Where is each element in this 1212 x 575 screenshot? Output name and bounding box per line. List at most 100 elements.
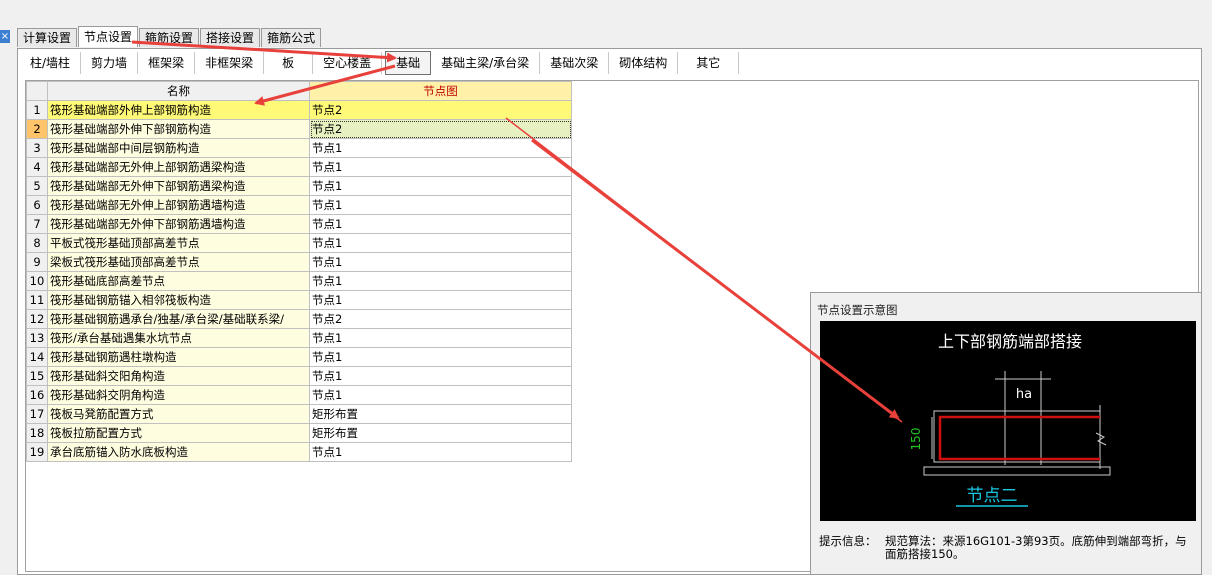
table-row[interactable]: 6 筏形基础端部无外伸上部钢筋遇墙构造 节点1 [26,195,572,215]
dim-label-150: 150 [909,428,923,451]
row-node-value-cell[interactable]: 节点1 [309,252,572,272]
table-row[interactable]: 18 筏板拉筋配置方式 矩形布置 [26,423,572,443]
row-node-value-cell[interactable]: 节点1 [309,271,572,291]
row-name-cell: 筏形基础端部无外伸下部钢筋遇墙构造 [47,214,310,234]
tab-stirrup-formula[interactable]: 箍筋公式 [261,28,322,47]
row-node-value-cell[interactable]: 节点1 [309,366,572,386]
subtab-foundation-main-beam[interactable]: 基础主梁/承台梁 [431,52,541,74]
row-node-value-cell[interactable]: 节点2 [309,119,572,139]
row-node-value-cell[interactable]: 节点1 [309,138,572,158]
row-number: 13 [26,328,48,348]
row-name-cell: 筏形/承台基础遇集水坑节点 [47,328,310,348]
subtab-hollow-floor[interactable]: 空心楼盖 [313,52,383,74]
node-two-label[interactable]: 节点二 [967,486,1018,506]
rebar-loop [938,415,1100,461]
table-row[interactable]: 9 梁板式筏形基础顶部高差节点 节点1 [26,252,572,272]
row-number: 3 [26,138,48,158]
header-name[interactable]: 名称 [47,81,310,101]
table-row[interactable]: 15 筏形基础斜交阳角构造 节点1 [26,366,572,386]
foundation-outline [933,410,1101,463]
table-row[interactable]: 1 筏形基础端部外伸上部钢筋构造 节点2 [26,100,572,120]
row-node-value-cell[interactable]: 节点1 [309,347,572,367]
row-name-cell: 筏形基础斜交阳角构造 [47,366,310,386]
break-symbol [1095,432,1107,446]
subtab-shear-wall[interactable]: 剪力墙 [81,52,139,74]
header-node-diagram[interactable]: 节点图 [309,81,572,101]
table-row[interactable]: 8 平板式筏形基础顶部高差节点 节点1 [26,233,572,253]
row-node-value-cell[interactable]: 节点1 [309,195,572,215]
row-name-cell: 筏形基础端部外伸下部钢筋构造 [47,119,310,139]
dim-label-ha: ha [1016,387,1032,402]
settings-tabs: 计算设置 节点设置 箍筋设置 搭接设置 箍筋公式 [17,26,322,48]
row-node-value-cell[interactable]: 节点1 [309,290,572,310]
tab-stirrup-settings[interactable]: 箍筋设置 [139,28,200,47]
row-number: 6 [26,195,48,215]
diagram-heading: 上下部钢筋端部搭接 [938,332,1082,351]
table-row[interactable]: 11 筏形基础钢筋锚入相邻筏板构造 节点1 [26,290,572,310]
row-number: 17 [26,404,48,424]
table-row[interactable]: 3 筏形基础端部中间层钢筋构造 节点1 [26,138,572,158]
row-number: 16 [26,385,48,405]
row-number: 11 [26,290,48,310]
row-number: 2 [26,119,48,139]
subtab-column[interactable]: 柱/墙柱 [20,52,82,74]
row-node-value-cell[interactable]: 节点1 [309,442,572,462]
row-node-value-cell[interactable]: 节点1 [309,157,572,177]
table-row[interactable]: 4 筏形基础端部无外伸上部钢筋遇梁构造 节点1 [26,157,572,177]
row-number: 4 [26,157,48,177]
row-node-value-cell[interactable]: 节点1 [309,214,572,234]
table-header-row: 名称 节点图 [26,81,572,101]
table-body: 1 筏形基础端部外伸上部钢筋构造 节点2 2 筏形基础端部外伸下部钢筋构造 节点2 3 筏形基… [26,100,572,462]
component-subtabs: 柱/墙柱 剪力墙 框架梁 非框架梁 板 空心楼盖 基础 基础主梁/承台梁 基础次… [18,49,1201,77]
subtab-masonry[interactable]: 砌体结构 [609,52,679,74]
row-node-value-cell[interactable]: 节点1 [309,176,572,196]
row-number: 15 [26,366,48,386]
subtab-foundation-secondary-beam[interactable]: 基础次梁 [540,52,610,74]
hint-text: 规范算法：来源16G101-3第93页。底筋伸到端部弯折，与面筋搭接150。 [885,534,1187,561]
row-node-value-cell[interactable]: 节点2 [309,309,572,329]
row-node-value-cell[interactable]: 节点1 [309,385,572,405]
row-name-cell: 承台底筋锚入防水底板构造 [47,442,310,462]
row-name-cell: 筏板马凳筋配置方式 [47,404,310,424]
tab-node-settings[interactable]: 节点设置 [78,26,139,47]
subtab-frame-beam[interactable]: 框架梁 [138,52,196,74]
subtab-non-frame-beam[interactable]: 非框架梁 [195,52,265,74]
base-slab [923,466,1111,476]
row-node-value-cell[interactable]: 矩形布置 [309,404,572,424]
row-name-cell: 平板式筏形基础顶部高差节点 [47,233,310,253]
table-row[interactable]: 19 承台底筋锚入防水底板构造 节点1 [26,442,572,462]
table-row[interactable]: 10 筏形基础底部高差节点 节点1 [26,271,572,291]
subtab-foundation[interactable]: 基础 [385,51,432,75]
subtab-slab[interactable]: 板 [264,52,314,74]
diagram-panel-title: 节点设置示意图 [817,303,898,317]
row-name-cell: 筏形基础底部高差节点 [47,271,310,291]
row-number: 19 [26,442,48,462]
node-diagram-canvas: 上下部钢筋端部搭接 ha 150 节点二 [820,321,1196,521]
row-node-value-cell[interactable]: 节点1 [309,328,572,348]
node-settings-table: 名称 节点图 1 筏形基础端部外伸上部钢筋构造 节点2 2 筏形基础端部外伸下部钢筋构造… [26,81,572,462]
row-number: 5 [26,176,48,196]
table-row[interactable]: 17 筏板马凳筋配置方式 矩形布置 [26,404,572,424]
tab-lap-settings[interactable]: 搭接设置 [200,28,261,47]
table-row[interactable]: 14 筏形基础钢筋遇柱墩构造 节点1 [26,347,572,367]
table-row[interactable]: 13 筏形/承台基础遇集水坑节点 节点1 [26,328,572,348]
header-row-number [26,81,48,101]
table-row[interactable]: 5 筏形基础端部无外伸下部钢筋遇梁构造 节点1 [26,176,572,196]
row-node-value-cell[interactable]: 矩形布置 [309,423,572,443]
row-name-cell: 梁板式筏形基础顶部高差节点 [47,252,310,272]
table-row[interactable]: 7 筏形基础端部无外伸下部钢筋遇墙构造 节点1 [26,214,572,234]
row-number: 14 [26,347,48,367]
row-number: 9 [26,252,48,272]
tab-calc-settings[interactable]: 计算设置 [17,28,78,47]
row-name-cell: 筏板拉筋配置方式 [47,423,310,443]
node-diagram-panel: 节点设置示意图 上下部钢筋端部搭接 ha 150 节点二 提示信息： 规范算法：… [810,292,1202,575]
table-row[interactable]: 2 筏形基础端部外伸下部钢筋构造 节点2 [26,119,572,139]
table-row[interactable]: 12 筏形基础钢筋遇承台/独基/承台梁/基础联系梁/节点2 [26,309,572,329]
row-name-cell: 筏形基础端部中间层钢筋构造 [47,138,310,158]
table-row[interactable]: 16 筏形基础斜交阴角构造 节点1 [26,385,572,405]
row-node-value-cell[interactable]: 节点2 [309,100,572,120]
subtab-other[interactable]: 其它 [678,52,740,74]
close-icon[interactable]: × [0,30,10,43]
row-name-cell: 筏形基础端部无外伸上部钢筋遇墙构造 [47,195,310,215]
row-node-value-cell[interactable]: 节点1 [309,233,572,253]
